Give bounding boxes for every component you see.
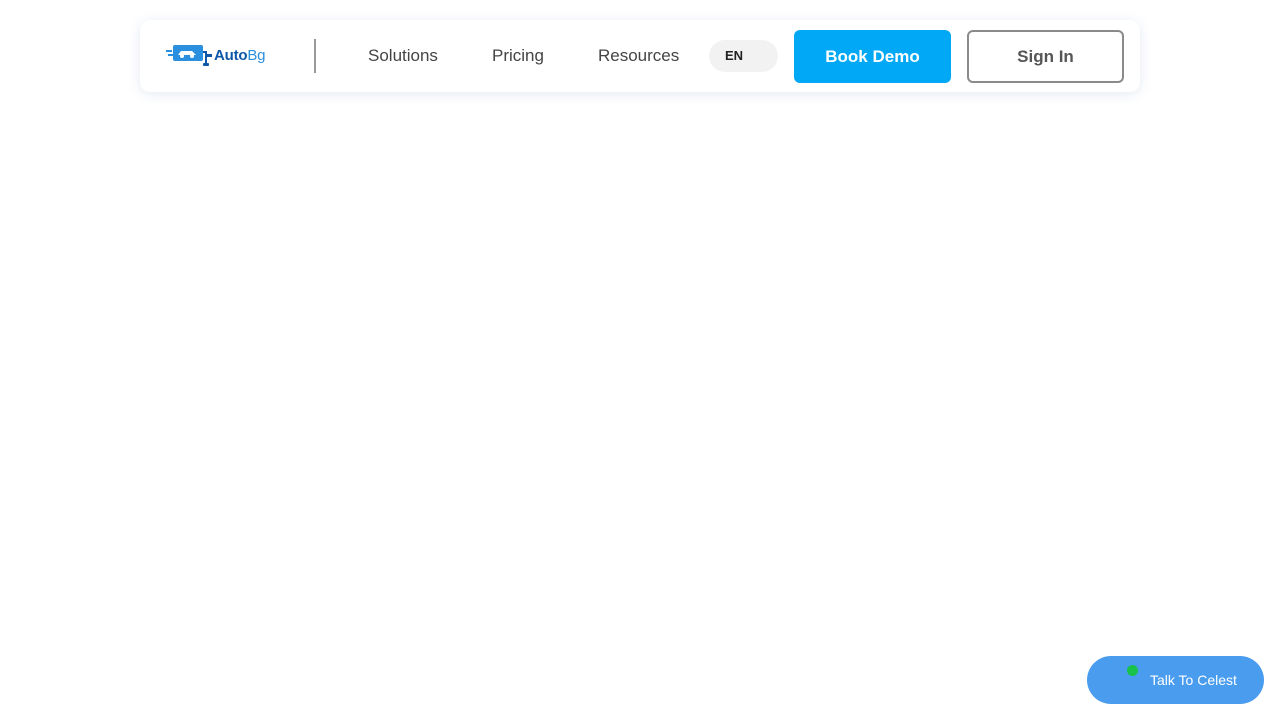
nav-link-resources[interactable]: Resources — [598, 44, 679, 68]
online-status-dot-icon — [1127, 665, 1138, 676]
logo-wordmark: AutoBg — [214, 46, 266, 64]
logo-wordmark-light: Bg — [247, 46, 266, 64]
sign-in-button[interactable]: Sign In — [967, 30, 1124, 83]
nav-link-solutions[interactable]: Solutions — [368, 44, 438, 68]
chat-button-label: Talk To Celest — [1150, 672, 1237, 688]
top-navbar: AutoBg Solutions Pricing Resources EN Bo… — [140, 20, 1140, 92]
autobg-logo[interactable]: AutoBg — [166, 40, 278, 70]
talk-to-celest-chat-button[interactable]: Talk To Celest — [1087, 656, 1264, 704]
logo-wordmark-bold: Auto — [214, 46, 248, 64]
nav-link-pricing[interactable]: Pricing — [492, 44, 544, 68]
logo-divider — [314, 39, 316, 73]
car-roller-logo-icon — [166, 45, 212, 66]
language-selector[interactable]: EN — [709, 40, 778, 72]
book-demo-button[interactable]: Book Demo — [794, 30, 951, 83]
